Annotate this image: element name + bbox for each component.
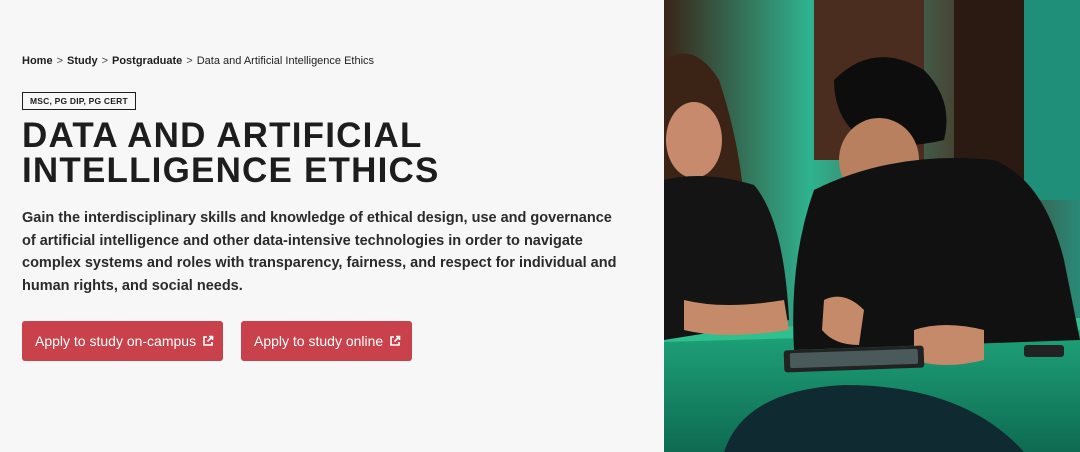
qualification-badge: MSC, PG DIP, PG CERT — [22, 92, 136, 110]
apply-on-campus-button[interactable]: Apply to study on-campus — [22, 321, 223, 361]
page-title-line1: DATA AND ARTIFICIAL — [22, 116, 423, 155]
breadcrumb-postgraduate[interactable]: Postgraduate — [112, 55, 182, 67]
breadcrumb-separator: > — [186, 55, 193, 67]
external-link-icon — [202, 335, 214, 347]
page-title-line2: INTELLIGENCE ETHICS — [22, 151, 440, 190]
course-intro: Gain the interdisciplinary skills and kn… — [22, 210, 617, 294]
apply-online-button[interactable]: Apply to study online — [241, 321, 412, 361]
breadcrumb-separator: > — [56, 55, 63, 67]
breadcrumb-current: Data and Artificial Intelligence Ethics — [196, 55, 375, 67]
students-photo-illustration — [664, 0, 1080, 452]
breadcrumb-separator: > — [101, 55, 108, 67]
content-panel: Home > Study > Postgraduate > Data and Artific… — [0, 0, 664, 452]
breadcrumb: Home > Study > Postgraduate > Data and Artific… — [22, 55, 374, 67]
apply-online-label: Apply to study online — [254, 333, 384, 349]
page-title: DATA AND ARTIFICIAL INTELLIGENCE ETHICS — [22, 118, 642, 188]
hero-photo — [664, 0, 1080, 452]
breadcrumb-home[interactable]: Home — [22, 55, 53, 67]
apply-on-campus-label: Apply to study on-campus — [35, 333, 197, 349]
external-link-icon — [389, 335, 401, 347]
breadcrumb-study[interactable]: Study — [67, 55, 98, 67]
